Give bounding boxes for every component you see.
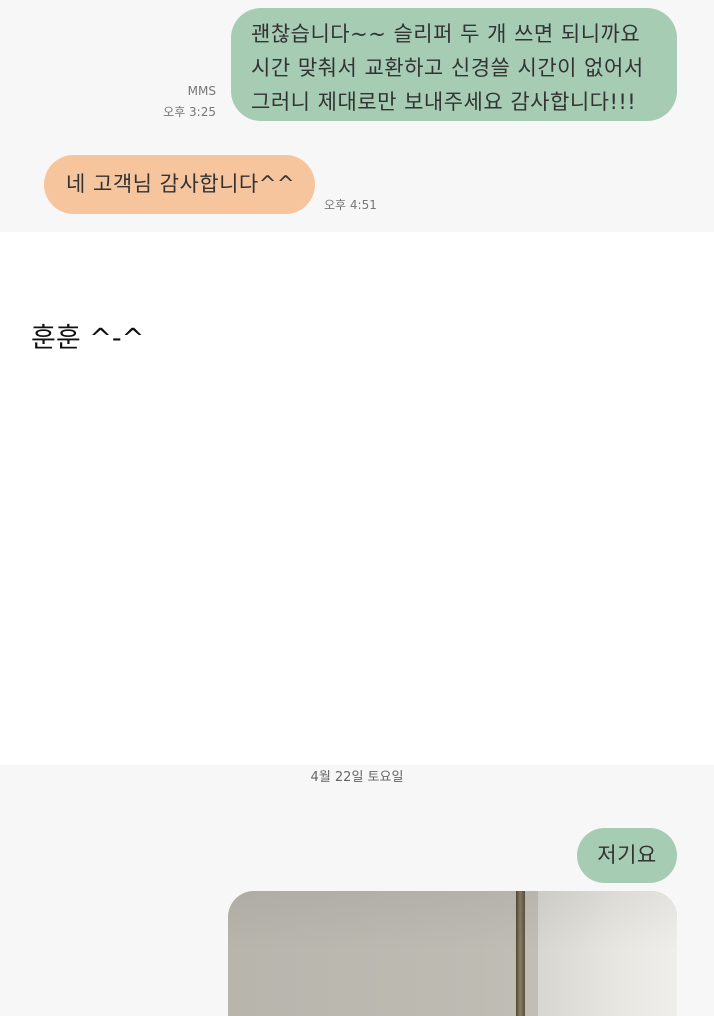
incoming-message-bubble[interactable]: 네 고객님 감사합니다^^	[44, 155, 315, 214]
outgoing-message-bubble[interactable]: 저기요	[577, 828, 677, 883]
outgoing-message-bubble[interactable]: 괜찮습니다~~ 슬리퍼 두 개 쓰면 되니까요 시간 맞춰서 교환하고 신경쓸 …	[231, 8, 677, 121]
message-type-label: MMS	[187, 84, 216, 98]
photo-attachment[interactable]	[228, 891, 677, 1016]
message-timestamp: 오후 3:25	[163, 105, 216, 119]
post-caption: 훈훈 ^-^	[31, 323, 145, 354]
date-divider: 4월 22일 토요일	[310, 770, 404, 785]
photo-shading	[228, 891, 677, 1016]
message-timestamp: 오후 4:51	[324, 198, 377, 212]
chat-panel-top: 괜찮습니다~~ 슬리퍼 두 개 쓰면 되니까요 시간 맞춰서 교환하고 신경쓸 …	[0, 0, 714, 232]
